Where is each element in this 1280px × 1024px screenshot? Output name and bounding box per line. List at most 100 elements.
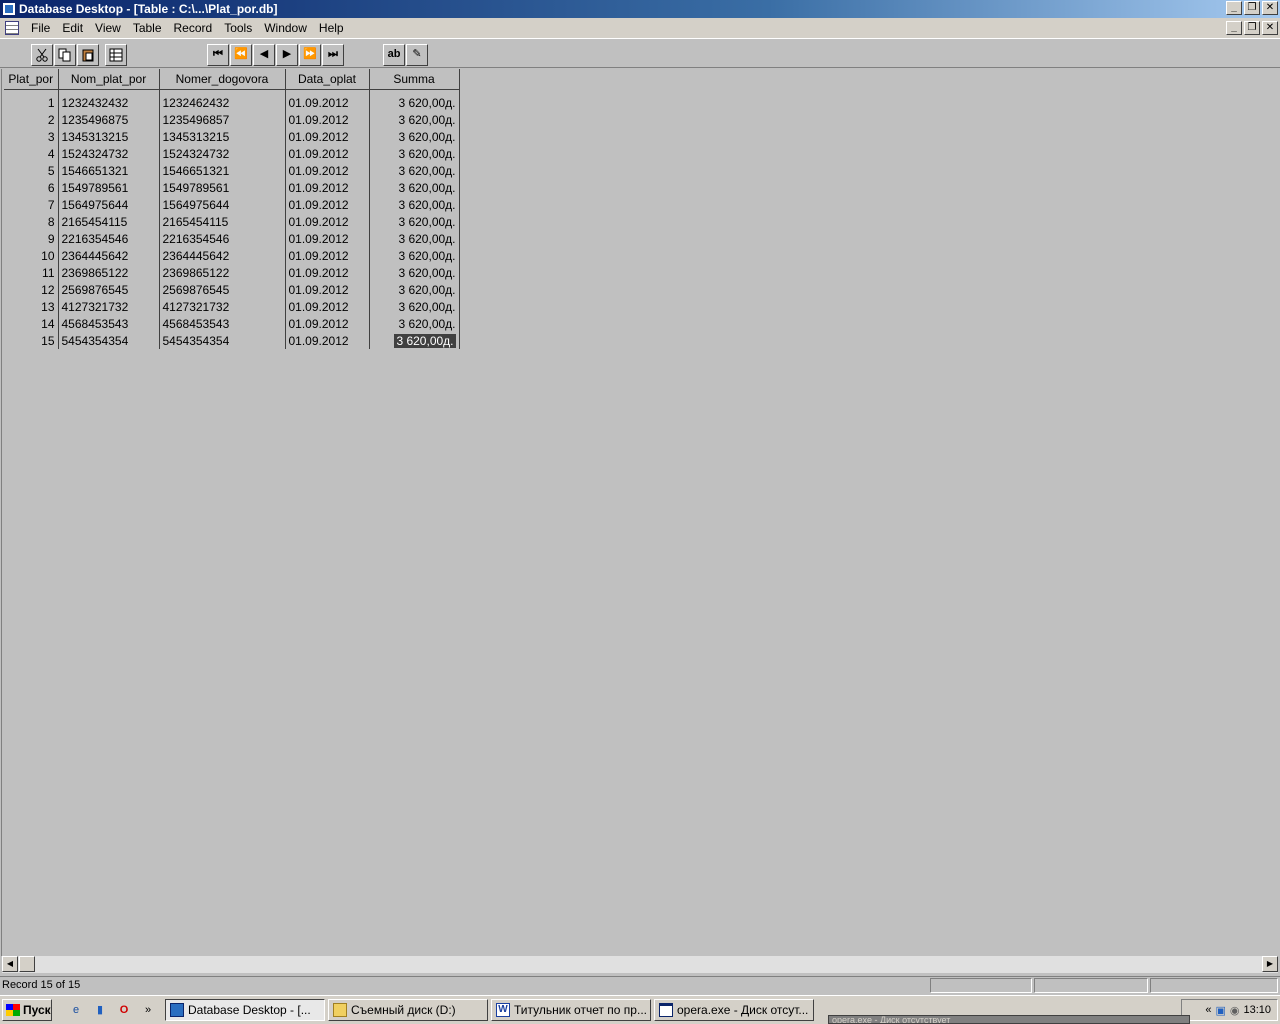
cell-nom-plat-por[interactable]: 1564975644 [58, 196, 160, 213]
cell-plat-por[interactable]: 7 [4, 196, 59, 213]
mdi-close-button[interactable]: ✕ [1262, 21, 1278, 35]
table-row[interactable]: 14 4568453543 4568453543 01.09.2012 3 620,00… [4, 315, 460, 332]
menu-window[interactable]: Window [258, 21, 313, 35]
cell-data-oplat[interactable]: 01.09.2012 [285, 145, 370, 162]
cell-nom-plat-por[interactable]: 1235496875 [58, 111, 160, 128]
menu-view[interactable]: View [89, 21, 127, 35]
cell-nom-plat-por[interactable]: 2165454115 [58, 213, 160, 230]
cell-plat-por[interactable]: 12 [4, 281, 59, 298]
cell-nom-plat-por[interactable]: 1232432432 [58, 94, 160, 111]
table-row[interactable]: 8 2165454115 2165454115 01.09.2012 3 620,00д… [4, 213, 460, 230]
tray-expand-chevron[interactable]: « [1205, 1004, 1211, 1016]
horizontal-scrollbar[interactable]: ◀ ▶ [2, 956, 1278, 973]
cell-plat-por[interactable]: 14 [4, 315, 59, 332]
table-row[interactable]: 4 1524324732 1524324732 01.09.2012 3 620,00д… [4, 145, 460, 162]
cell-nom-plat-por[interactable]: 2569876545 [58, 281, 160, 298]
cell-nomer-dogovora[interactable]: 2364445642 [159, 247, 286, 264]
edit-data-button[interactable]: ✎ [406, 44, 428, 66]
cell-summa[interactable]: 3 620,00д. [369, 213, 460, 230]
cell-plat-por[interactable]: 9 [4, 230, 59, 247]
menu-table[interactable]: Table [127, 21, 168, 35]
cell-nomer-dogovora[interactable]: 1524324732 [159, 145, 286, 162]
table-row[interactable]: 15 5454354354 5454354354 01.09.2012 3 620,00… [4, 332, 460, 349]
title-bar[interactable]: Database Desktop - [Table : C:\...\Plat_… [0, 0, 1280, 18]
table-row[interactable]: 13 4127321732 4127321732 01.09.2012 3 620,00… [4, 298, 460, 315]
task-removable-disk[interactable]: Съемный диск (D:) [328, 999, 488, 1021]
quicklaunch-more-chevron[interactable]: » [140, 1002, 156, 1018]
cell-summa[interactable]: 3 620,00д. [369, 332, 460, 349]
cell-summa[interactable]: 3 620,00д. [369, 281, 460, 298]
field-view-button[interactable]: ab [383, 44, 405, 66]
table-row[interactable]: 5 1546651321 1546651321 01.09.2012 3 620,00д… [4, 162, 460, 179]
next-record-button[interactable]: ▶ [276, 44, 298, 66]
scroll-right-button[interactable]: ▶ [1262, 956, 1278, 972]
menu-record[interactable]: Record [168, 21, 219, 35]
table-row[interactable]: 3 1345313215 1345313215 01.09.2012 3 620,00д… [4, 128, 460, 145]
table-row[interactable]: 1 1232432432 1232462432 01.09.2012 3 620,00д… [4, 94, 460, 111]
cell-nomer-dogovora[interactable]: 1546651321 [159, 162, 286, 179]
cell-data-oplat[interactable]: 01.09.2012 [285, 332, 370, 349]
column-header-plat-por[interactable]: Plat_por [4, 69, 59, 90]
menu-edit[interactable]: Edit [56, 21, 89, 35]
table-window-icon[interactable] [5, 21, 19, 35]
cell-nomer-dogovora[interactable]: 2216354546 [159, 230, 286, 247]
cell-nom-plat-por[interactable]: 1524324732 [58, 145, 160, 162]
cell-nom-plat-por[interactable]: 5454354354 [58, 332, 160, 349]
menu-file[interactable]: File [25, 21, 56, 35]
column-header-summa[interactable]: Summa [369, 69, 460, 90]
cell-plat-por[interactable]: 1 [4, 94, 59, 111]
scroll-thumb[interactable] [19, 956, 35, 972]
mdi-restore-button[interactable]: ❐ [1244, 21, 1260, 35]
cell-nom-plat-por[interactable]: 2216354546 [58, 230, 160, 247]
cell-data-oplat[interactable]: 01.09.2012 [285, 94, 370, 111]
cell-nom-plat-por[interactable]: 2364445642 [58, 247, 160, 264]
cell-data-oplat[interactable]: 01.09.2012 [285, 162, 370, 179]
last-record-button[interactable]: ⏭ [322, 44, 344, 66]
cell-summa[interactable]: 3 620,00д. [369, 196, 460, 213]
cell-data-oplat[interactable]: 01.09.2012 [285, 281, 370, 298]
cell-summa[interactable]: 3 620,00д. [369, 247, 460, 264]
cell-data-oplat[interactable]: 01.09.2012 [285, 298, 370, 315]
previous-set-button[interactable]: ⏪ [230, 44, 252, 66]
cell-plat-por[interactable]: 13 [4, 298, 59, 315]
cell-nomer-dogovora[interactable]: 5454354354 [159, 332, 286, 349]
cell-nomer-dogovora[interactable]: 2369865122 [159, 264, 286, 281]
cell-summa[interactable]: 3 620,00д. [369, 315, 460, 332]
network-icon[interactable]: ▣ [1215, 1004, 1225, 1017]
cell-data-oplat[interactable]: 01.09.2012 [285, 179, 370, 196]
cell-data-oplat[interactable]: 01.09.2012 [285, 230, 370, 247]
cell-nomer-dogovora[interactable]: 1549789561 [159, 179, 286, 196]
cell-summa[interactable]: 3 620,00д. [369, 111, 460, 128]
task-word-document[interactable]: W Титульник отчет по пр... [491, 999, 651, 1021]
table-grid[interactable]: Plat_por Nom_plat_por Nomer_dogovora Dat… [1, 69, 1278, 956]
cell-nomer-dogovora[interactable]: 1235496857 [159, 111, 286, 128]
first-record-button[interactable]: ⏮ [207, 44, 229, 66]
cell-plat-por[interactable]: 2 [4, 111, 59, 128]
security-icon[interactable]: ◉ [1230, 1004, 1240, 1017]
table-row[interactable]: 9 2216354546 2216354546 01.09.2012 3 620,00д… [4, 230, 460, 247]
cell-plat-por[interactable]: 6 [4, 179, 59, 196]
cell-summa[interactable]: 3 620,00д. [369, 162, 460, 179]
cell-summa[interactable]: 3 620,00д. [369, 230, 460, 247]
cell-nomer-dogovora[interactable]: 4568453543 [159, 315, 286, 332]
cell-data-oplat[interactable]: 01.09.2012 [285, 196, 370, 213]
cell-plat-por[interactable]: 4 [4, 145, 59, 162]
next-set-button[interactable]: ⏩ [299, 44, 321, 66]
cell-nomer-dogovora[interactable]: 1564975644 [159, 196, 286, 213]
column-header-nomer-dogovora[interactable]: Nomer_dogovora [159, 69, 286, 90]
restore-button[interactable]: ❐ [1244, 1, 1260, 15]
cell-summa[interactable]: 3 620,00д. [369, 145, 460, 162]
clock[interactable]: 13:10 [1243, 1004, 1271, 1016]
table-properties-button[interactable] [105, 44, 127, 66]
app-icon[interactable] [2, 2, 16, 16]
cell-plat-por[interactable]: 10 [4, 247, 59, 264]
cell-data-oplat[interactable]: 01.09.2012 [285, 264, 370, 281]
cell-nom-plat-por[interactable]: 1345313215 [58, 128, 160, 145]
close-button[interactable]: ✕ [1262, 1, 1278, 15]
cell-nom-plat-por[interactable]: 4568453543 [58, 315, 160, 332]
cell-plat-por[interactable]: 11 [4, 264, 59, 281]
cut-button[interactable] [31, 44, 53, 66]
cell-summa[interactable]: 3 620,00д. [369, 128, 460, 145]
cell-data-oplat[interactable]: 01.09.2012 [285, 315, 370, 332]
task-database-desktop[interactable]: Database Desktop - [... [165, 999, 325, 1021]
